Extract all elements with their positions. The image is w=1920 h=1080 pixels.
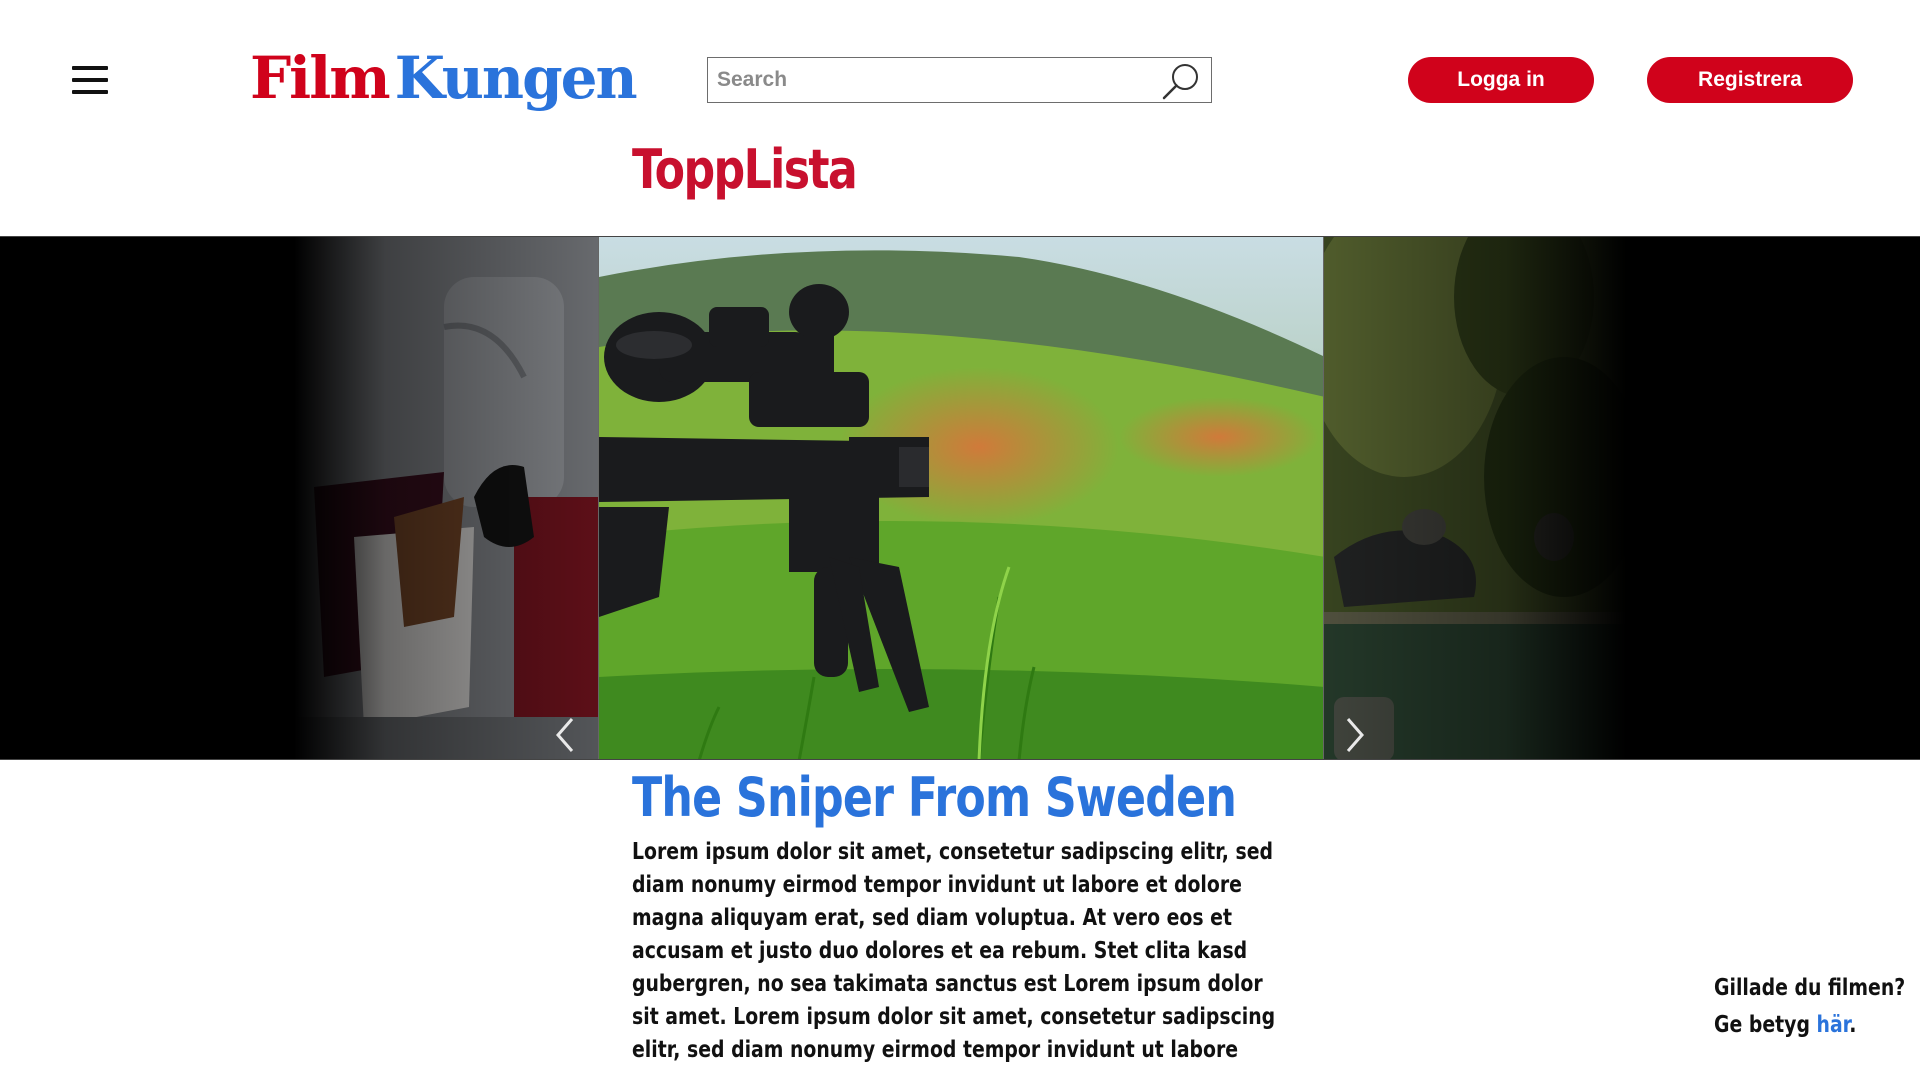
rate-link[interactable]: här: [1817, 1012, 1850, 1038]
search-bar: [707, 57, 1212, 103]
rating-cta-prefix: Ge betyg: [1714, 1012, 1817, 1038]
carousel-slide-next[interactable]: [1324, 237, 1626, 759]
carousel-slide-previous[interactable]: [294, 237, 598, 759]
logo-text-kungen: Kungen: [394, 44, 638, 112]
rating-cta: Ge betyg här.: [1714, 1007, 1905, 1044]
hamburger-menu-icon[interactable]: [72, 66, 108, 94]
movie-carousel: [0, 236, 1920, 760]
search-input[interactable]: [708, 58, 1148, 102]
rating-question: Gillade du filmen?: [1714, 975, 1906, 1001]
search-icon[interactable]: [1159, 60, 1203, 100]
section-title: ToppLista: [632, 138, 858, 201]
site-logo[interactable]: Film Kungen: [250, 44, 638, 112]
movie-title[interactable]: The Sniper From Sweden: [632, 766, 1237, 829]
register-button[interactable]: Registrera: [1647, 57, 1853, 103]
chevron-left-icon[interactable]: [550, 713, 580, 757]
logo-text-film: Film: [250, 44, 391, 112]
carousel-slide-current[interactable]: [598, 237, 1324, 759]
rating-cta-suffix: .: [1849, 1012, 1857, 1038]
chevron-right-icon[interactable]: [1340, 713, 1370, 757]
movie-description: Lorem ipsum dolor sit amet, consetetur s…: [632, 839, 1276, 1063]
login-button[interactable]: Logga in: [1408, 57, 1594, 103]
rating-prompt: Gillade du filmen? Ge betyg här.: [1714, 970, 1905, 1044]
